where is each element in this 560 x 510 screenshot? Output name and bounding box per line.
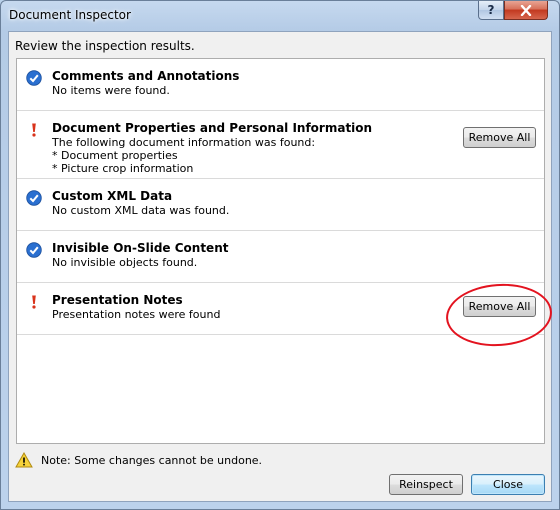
result-row-custom-xml: Custom XML Data No custom XML data was f… [17, 179, 544, 231]
result-description: Presentation notes were found [52, 308, 221, 321]
result-row-invisible-content: Invisible On-Slide Content No invisible … [17, 231, 544, 283]
result-row-comments: Comments and Annotations No items were f… [17, 59, 544, 111]
dialog-client-area: Review the inspection results. Comments … [8, 31, 552, 502]
remove-all-document-properties-button[interactable]: Remove All [463, 127, 536, 148]
result-title: Comments and Annotations [52, 69, 240, 83]
intro-text: Review the inspection results. [15, 39, 195, 53]
result-row-presentation-notes: Presentation Notes Presentation notes we… [17, 283, 544, 335]
window-close-button[interactable] [504, 1, 548, 20]
window-title: Document Inspector [9, 8, 131, 22]
footer-note: Note: Some changes cannot be undone. [15, 452, 262, 468]
remove-all-presentation-notes-button[interactable]: Remove All [463, 296, 536, 317]
help-button[interactable]: ? [478, 1, 504, 20]
checkmark-icon [26, 70, 42, 86]
note-text: Note: Some changes cannot be undone. [41, 453, 263, 467]
title-bar[interactable]: Document Inspector ? [1, 1, 559, 31]
close-button[interactable]: Close [471, 474, 545, 495]
result-title: Presentation Notes [52, 293, 183, 307]
warning-icon [15, 452, 33, 468]
result-row-document-properties: Document Properties and Personal Informa… [17, 111, 544, 179]
result-description: No invisible objects found. [52, 256, 198, 269]
result-title: Document Properties and Personal Informa… [52, 121, 373, 135]
checkmark-icon [26, 190, 42, 206]
exclamation-icon [32, 295, 36, 309]
help-icon: ? [487, 3, 495, 17]
result-description: No items were found. [52, 84, 170, 97]
close-icon [520, 4, 532, 16]
results-list: Comments and Annotations No items were f… [16, 58, 545, 444]
reinspect-button[interactable]: Reinspect [389, 474, 463, 495]
dialog-window: Document Inspector ? Review the inspecti… [0, 0, 560, 510]
exclamation-icon [32, 123, 36, 137]
checkmark-icon [26, 242, 42, 258]
result-title: Invisible On-Slide Content [52, 241, 229, 255]
result-description: No custom XML data was found. [52, 204, 230, 217]
result-description: The following document information was f… [52, 136, 316, 175]
result-title: Custom XML Data [52, 189, 173, 203]
